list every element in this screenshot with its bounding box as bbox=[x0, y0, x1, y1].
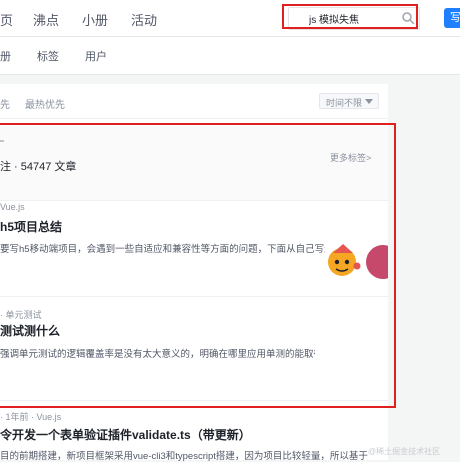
article-title[interactable]: 测试测什么 bbox=[0, 322, 60, 339]
subnav-item-users[interactable]: 用户 bbox=[85, 48, 107, 64]
nav-item-events[interactable]: 活动 bbox=[131, 10, 157, 29]
time-filter-label: 时间不限 bbox=[326, 98, 363, 108]
time-filter-select[interactable]: 时间不限 bbox=[319, 93, 379, 109]
watermark: @稀土掘金技术社区 bbox=[368, 447, 441, 456]
more-tags-link[interactable]: 更多标签> bbox=[330, 151, 371, 164]
divider bbox=[0, 118, 388, 119]
sub-nav: 册 标签 用户 bbox=[0, 37, 460, 75]
nav-item-home[interactable]: 页 bbox=[0, 10, 13, 29]
tag-icon bbox=[0, 140, 4, 142]
caret-down-icon bbox=[365, 99, 373, 104]
nav-item-books[interactable]: 小册 bbox=[82, 10, 108, 29]
tag-panel: 注 · 54747 文章 更多标签> bbox=[0, 126, 388, 200]
sort-option-hottest[interactable]: 最热优先 bbox=[25, 96, 65, 111]
tag-follow-count: 注 · 54747 文章 bbox=[0, 161, 77, 173]
sort-option-newest[interactable]: 先 bbox=[0, 96, 10, 111]
top-nav: 页 沸点 小册 活动 写 bbox=[0, 0, 460, 37]
article-meta[interactable]: Vue.js bbox=[0, 202, 25, 212]
divider bbox=[0, 296, 388, 297]
search-input[interactable] bbox=[309, 10, 395, 26]
search-box[interactable] bbox=[288, 7, 420, 30]
article-title[interactable]: h5项目总结 bbox=[0, 218, 62, 235]
subnav-item-books[interactable]: 册 bbox=[0, 48, 11, 64]
divider bbox=[0, 200, 388, 201]
thumbnail-image bbox=[325, 242, 388, 282]
article-thumbnail[interactable] bbox=[325, 242, 388, 282]
article-excerpt[interactable]: 强调单元测试的逻辑覆盖率是没有太大意义的，明确在哪里应用单测的能取得 bbox=[0, 346, 315, 360]
article-excerpt[interactable]: 要写h5移动端项目，会遇到一些自适应和兼容性等方面的问题，下面从自己写过的h5项… bbox=[0, 241, 375, 255]
write-button[interactable]: 写 bbox=[444, 8, 460, 28]
nav-item-pins[interactable]: 沸点 bbox=[33, 10, 59, 29]
divider bbox=[0, 400, 388, 401]
search-icon[interactable] bbox=[401, 11, 415, 25]
article-meta[interactable]: · 单元测试 bbox=[0, 308, 42, 321]
subnav-item-tags[interactable]: 标签 bbox=[37, 48, 59, 64]
article-meta[interactable]: · 1年前 · Vue.js bbox=[0, 410, 61, 423]
article-title[interactable]: 令开发一个表单验证插件validate.ts（带更新） bbox=[0, 426, 251, 443]
